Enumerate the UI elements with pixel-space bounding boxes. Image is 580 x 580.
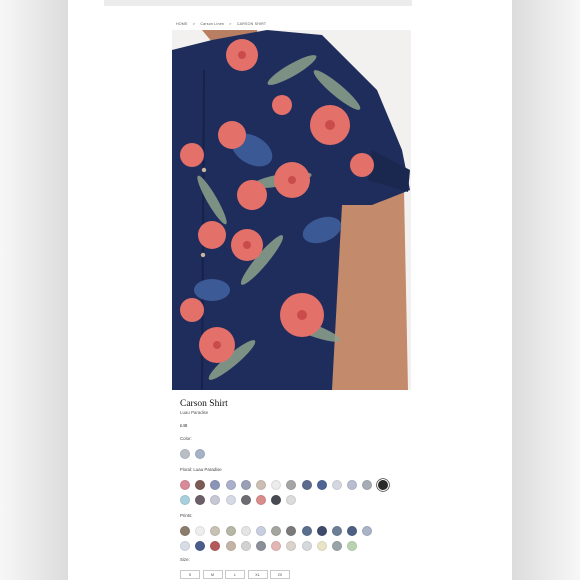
swatch-prints-row1-10[interactable] <box>316 526 327 536</box>
size-button-m[interactable]: M <box>202 570 223 579</box>
swatch-prints-row2-11[interactable] <box>332 541 342 551</box>
swatch-floral-row1-4[interactable] <box>225 480 236 490</box>
product-image[interactable] <box>172 30 411 390</box>
swatch-prints-row2-4[interactable] <box>225 541 236 551</box>
color-label: Color: <box>180 436 192 441</box>
swatch-prints-row1-9[interactable] <box>301 526 312 536</box>
breadcrumb: HOME > Carson Linen > CARSON SHIRT <box>176 22 270 26</box>
size-button-l[interactable]: L <box>225 570 245 579</box>
product-subtitle: Luau Paradise <box>180 410 209 415</box>
breadcrumb-home[interactable]: HOME <box>176 22 188 26</box>
swatch-prints-row2-6[interactable] <box>256 541 266 551</box>
swatch-floral-row1-1[interactable] <box>180 480 190 490</box>
swatch-prints-row1-4[interactable] <box>225 526 236 536</box>
breadcrumb-collection[interactable]: Carson Linen <box>200 22 224 26</box>
swatch-floral-row1-5[interactable] <box>240 480 251 490</box>
swatch-color-1[interactable] <box>180 449 190 459</box>
swatch-prints-row1-5[interactable] <box>240 526 251 536</box>
swatch-prints-row1-6[interactable] <box>256 526 266 536</box>
breadcrumb-current: CARSON SHIRT <box>236 22 267 26</box>
swatch-floral-row2-4[interactable] <box>225 495 236 505</box>
floral-label: Floral: Luau Paradise <box>180 467 222 472</box>
right-gutter <box>512 0 580 580</box>
swatch-prints-row2-5[interactable] <box>240 541 251 551</box>
swatch-floral-row1-6[interactable] <box>256 480 266 490</box>
product-title: Carson Shirt <box>180 399 228 409</box>
swatch-prints-row2-9[interactable] <box>301 541 312 551</box>
swatch-prints-row1-11[interactable] <box>332 526 342 536</box>
product-photo-illustration <box>172 30 411 390</box>
top-bar <box>104 0 412 6</box>
swatch-floral-row1-9[interactable] <box>301 480 312 490</box>
size-button-2x[interactable]: 2X <box>270 570 290 579</box>
swatch-prints-row2-1[interactable] <box>180 541 190 551</box>
breadcrumb-separator: > <box>229 22 232 26</box>
swatch-prints-row1-1[interactable] <box>180 526 190 536</box>
breadcrumb-separator: > <box>192 22 196 26</box>
product-price: £48 <box>180 423 188 428</box>
swatch-floral-row2-5[interactable] <box>240 495 251 505</box>
size-label: Size: <box>180 557 190 562</box>
prints-label: Prints: <box>180 513 193 518</box>
swatch-floral-row2-1[interactable] <box>180 495 190 505</box>
swatch-prints-row2-10[interactable] <box>316 541 327 551</box>
swatch-floral-row1-10[interactable] <box>316 480 327 490</box>
swatch-floral-row2-6[interactable] <box>256 495 266 505</box>
swatch-floral-row1-11[interactable] <box>332 480 342 490</box>
size-button-s[interactable]: S <box>180 570 200 579</box>
size-button-xl[interactable]: XL <box>247 570 268 579</box>
swatch-floral-row1-14[interactable] <box>377 480 388 490</box>
left-gutter <box>0 0 68 580</box>
